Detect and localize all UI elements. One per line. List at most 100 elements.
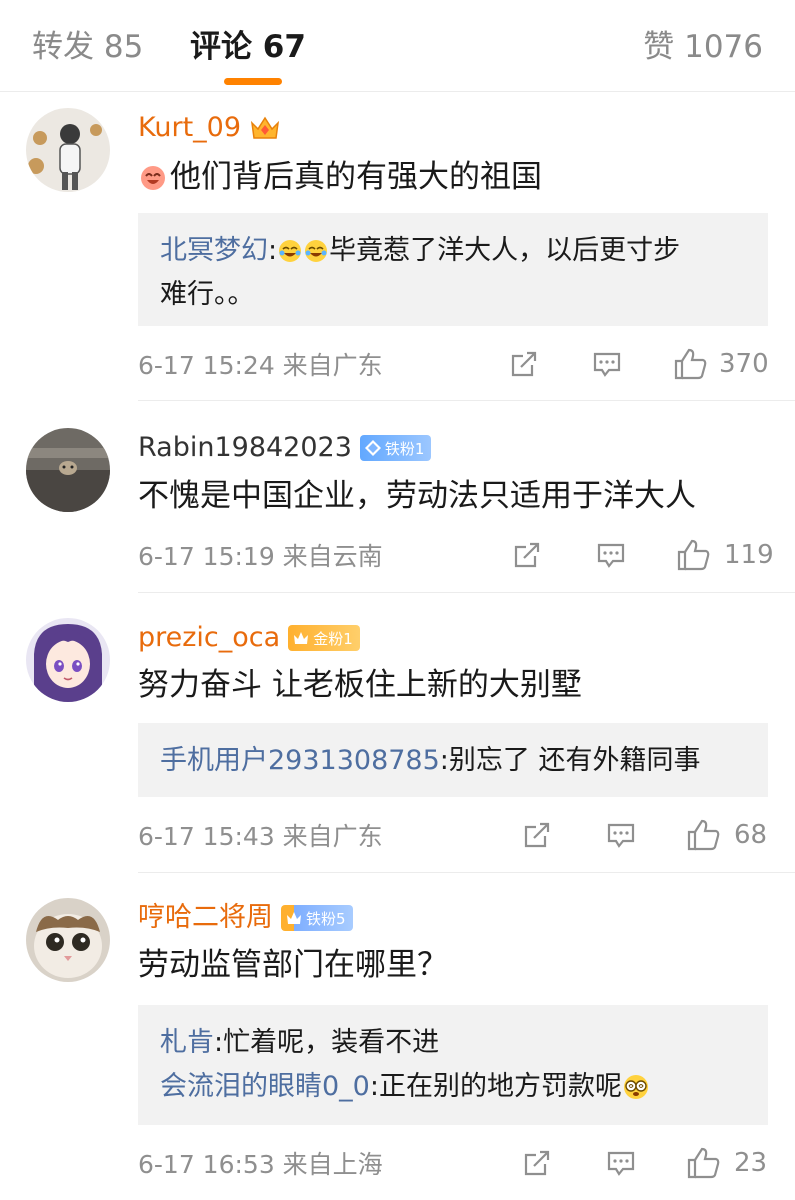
share-icon (514, 542, 540, 568)
comment-text: 劳动监管部门在哪里？ (138, 945, 448, 985)
reply-separator: : (214, 1027, 224, 1058)
thumbs-up-icon (687, 1147, 720, 1179)
comment-icon (607, 823, 635, 848)
username[interactable]: Kurt_09 (138, 111, 241, 145)
avatar[interactable] (26, 898, 110, 982)
reply-username[interactable]: 手机用户2931308785 (160, 739, 440, 783)
avatar[interactable] (26, 428, 110, 512)
reply-text: 毕竟惹了洋大人，以后更寸步 (329, 235, 681, 266)
reply-box[interactable]: 北冥梦幻 : 毕竟惹了洋大人，以后更寸步 难行。。 (138, 213, 768, 326)
tab-likes[interactable]: 赞 1076 (643, 28, 763, 66)
reply-button[interactable] (595, 539, 627, 571)
avatar-image (26, 108, 110, 192)
reply-line: 札肯 : 忙着呢，装看不进 (160, 1021, 746, 1065)
meta-row: 6-17 15:19 来自云南 119 (138, 537, 774, 573)
reply-text: 忙着呢，装看不进 (223, 1027, 440, 1058)
comment-tabs: 转发 85 评论 67 赞 1076 (0, 0, 795, 92)
user-row: 哼哈二将周 铁粉5 (138, 898, 353, 938)
avatar-image (26, 428, 110, 512)
avatar-image (26, 898, 110, 982)
comment-text: 不愧是中国企业，劳动法只适用于洋大人 (138, 476, 696, 516)
fan-badge-label: 金粉1 (313, 629, 353, 648)
avatar[interactable] (26, 618, 110, 702)
avatar-image (26, 618, 110, 702)
dizzy-emoji-icon (623, 1075, 648, 1099)
crown-icon (287, 912, 301, 924)
repost-button[interactable] (511, 539, 543, 571)
timestamp-location: 6-17 15:43 来自广东 (138, 822, 383, 851)
reply-username[interactable]: 会流泪的眼睛0_0 (160, 1065, 370, 1109)
repost-button[interactable] (521, 1147, 553, 1179)
fan-badge[interactable]: 金粉1 (288, 625, 360, 651)
comment-text: 努力奋斗 让老板住上新的大别墅 (138, 665, 582, 705)
comment-text: 他们背后真的有强大的祖国 (138, 157, 542, 197)
fan-badge-label: 铁粉1 (384, 439, 425, 458)
like-count: 119 (724, 540, 774, 570)
comment-text-content: 努力奋斗 让老板住上新的大别墅 (138, 667, 582, 703)
reply-button[interactable] (591, 348, 623, 380)
comment-icon (597, 543, 625, 568)
meta-row: 6-17 16:53 来自上海 23 (138, 1145, 769, 1181)
like-count: 23 (734, 1148, 768, 1178)
fan-badge[interactable]: 铁粉1 (359, 435, 432, 461)
reply-separator: : (369, 1071, 379, 1102)
avatar[interactable] (26, 108, 110, 192)
reply-username[interactable]: 札肯 (160, 1021, 214, 1065)
user-row: prezic_oca 金粉1 (138, 618, 360, 658)
crying-laugh-emoji-icon (279, 240, 302, 262)
reply-box[interactable]: 手机用户2931308785 : 别忘了 还有外籍同事 (138, 723, 768, 797)
reply-button[interactable] (605, 1147, 637, 1179)
divider (138, 592, 795, 593)
comment-text-content: 他们背后真的有强大的祖国 (170, 159, 542, 195)
repost-button[interactable] (508, 348, 540, 380)
timestamp-location: 6-17 15:24 来自广东 (138, 351, 383, 380)
tab-comments[interactable]: 评论 67 (190, 28, 306, 66)
reply-box[interactable]: 札肯 : 忙着呢，装看不进 会流泪的眼睛0_0 : 正在别的地方罚款呢 (138, 1005, 768, 1125)
comment-text-content: 不愧是中国企业，劳动法只适用于洋大人 (138, 478, 696, 514)
fan-badge[interactable]: 铁粉5 (281, 905, 353, 931)
repost-button[interactable] (521, 819, 553, 851)
username[interactable]: prezic_oca (138, 621, 280, 655)
like-button[interactable]: 68 (686, 818, 767, 852)
timestamp-location: 6-17 16:53 来自上海 (138, 1150, 383, 1179)
thumbs-up-icon (674, 348, 707, 380)
fan-badge-label: 铁粉5 (306, 909, 346, 928)
divider (138, 872, 795, 873)
haha-emoji-icon (141, 166, 165, 190)
share-icon (524, 822, 550, 848)
reply-button[interactable] (605, 819, 637, 851)
reply-line: 难行。。 (160, 273, 746, 317)
reply-separator: : (268, 235, 278, 266)
meta-row: 6-17 15:43 来自广东 68 (138, 817, 769, 853)
thumbs-up-icon (677, 539, 710, 571)
reply-username[interactable]: 北冥梦幻 (160, 229, 268, 273)
reply-separator: : (439, 745, 449, 776)
user-row: Kurt_09 (138, 108, 281, 148)
share-icon (511, 351, 537, 377)
like-button[interactable]: 370 (673, 347, 769, 381)
reply-line: 北冥梦幻 : 毕竟惹了洋大人，以后更寸步 (160, 229, 746, 273)
user-row: Rabin19842023 铁粉1 (138, 428, 432, 468)
crying-laugh-emoji-icon (305, 240, 328, 262)
share-icon (524, 1150, 550, 1176)
like-button[interactable]: 119 (676, 538, 774, 572)
meta-row: 6-17 15:24 来自广东 370 (138, 346, 769, 382)
reply-line: 手机用户2931308785 : 别忘了 还有外籍同事 (160, 739, 746, 783)
reply-line: 会流泪的眼睛0_0 : 正在别的地方罚款呢 (160, 1065, 746, 1109)
crown-icon (294, 632, 309, 644)
username[interactable]: 哼哈二将周 (138, 901, 273, 935)
divider (138, 400, 795, 401)
reply-text: 正在别的地方罚款呢 (378, 1071, 622, 1102)
like-count: 370 (719, 349, 769, 379)
like-count: 68 (734, 820, 768, 850)
tab-repost[interactable]: 转发 85 (32, 28, 143, 66)
timestamp-location: 6-17 15:19 来自云南 (138, 542, 383, 571)
active-tab-indicator (224, 78, 282, 85)
diamond-icon (364, 440, 381, 456)
reply-text: 别忘了 还有外籍同事 (448, 745, 701, 776)
username[interactable]: Rabin19842023 (138, 431, 352, 465)
comment-icon (607, 1151, 635, 1176)
crown-icon (250, 116, 280, 139)
comment-text-content: 劳动监管部门在哪里？ (138, 947, 448, 983)
like-button[interactable]: 23 (686, 1146, 767, 1180)
